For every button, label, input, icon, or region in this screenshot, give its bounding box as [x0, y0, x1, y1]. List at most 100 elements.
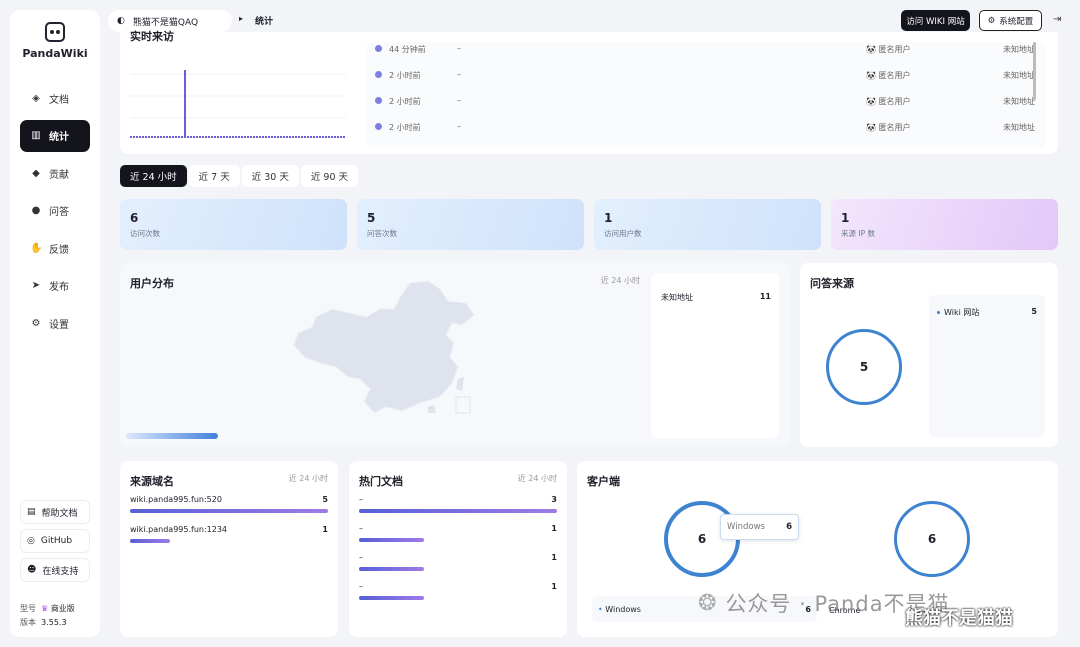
range-label: 近 24 小时 [600, 276, 640, 285]
online-support-link[interactable]: ☻ 在线支持 [20, 558, 90, 582]
stat-label: 问答次数 [367, 229, 397, 238]
visit-time: 44 分钟前 [389, 45, 426, 54]
donut-total: 6 [927, 532, 937, 546]
stat-value: 6 [130, 211, 139, 225]
stat-value: 1 [604, 211, 613, 225]
sidebar-item-contribute[interactable]: ◆ 贡献 [20, 157, 90, 189]
sidebar-item-label: 发布 [49, 282, 69, 293]
model-label: 型号 [20, 604, 36, 613]
kb-name: 熊猫不是猫QAQ [132, 17, 199, 28]
scrollbar[interactable] [1033, 42, 1036, 100]
tab-24h[interactable]: 近 24 小时 [120, 165, 187, 187]
tooltip-count: 6 [786, 522, 792, 532]
browser-donut-chart[interactable]: 6 [894, 501, 970, 577]
github-link[interactable]: ◎ GitHub [20, 529, 90, 553]
sidebar-links: ▤ 帮助文档 ◎ GitHub ☻ 在线支持 [20, 500, 90, 587]
legend-count: 5 [1031, 307, 1037, 316]
visit-location: 未知地址 [1003, 45, 1035, 54]
list-item[interactable]: –1 [359, 582, 557, 600]
help-docs-link[interactable]: ▤ 帮助文档 [20, 500, 90, 524]
sidebar-item-feedback[interactable]: ✋ 反馈 [20, 232, 90, 264]
row-value: 1 [551, 553, 557, 562]
chart-tooltip: Windows 6 [720, 514, 799, 540]
model-value: 商业版 [50, 604, 75, 613]
list-item: 44 分钟前 – 🐼 匿名用户 未知地址 [366, 44, 1036, 71]
sidebar-item-stats[interactable]: ▥ 统计 [20, 119, 90, 152]
app-name: PandaWiki [22, 47, 88, 60]
config-label: 系统配置 [999, 16, 1034, 27]
referrer-domains-card: 来源域名 近 24 小时 wiki.panda995.fun:520 5 wiki.… [120, 461, 338, 637]
stat-value: 1 [841, 211, 850, 225]
row-value: 1 [322, 525, 328, 534]
timeline-dot [375, 123, 382, 130]
sidebar-item-qa[interactable]: ● 问答 [20, 195, 90, 227]
row-header: –1 [359, 524, 557, 533]
visit-user: 🐼 匿名用户 [866, 45, 911, 54]
card-title: 客户端 [587, 475, 620, 488]
row-header: wiki.panda995.fun:1234 1 [130, 525, 328, 534]
link-label: 帮助文档 [41, 508, 78, 519]
tab-90d[interactable]: 近 90 天 [300, 165, 359, 187]
visit-location: 未知地址 [1003, 123, 1035, 132]
list-item[interactable]: –1 [359, 553, 557, 571]
progress-bar [359, 538, 424, 542]
sidebar-item-docs[interactable]: ◈ 文档 [20, 82, 90, 114]
chat-icon: ● [31, 205, 41, 216]
timeline-dot [375, 45, 382, 52]
list-item: 未知地址 11 [661, 292, 771, 303]
list-item[interactable]: –3 [359, 495, 557, 513]
layers-icon: ◈ [32, 92, 40, 104]
visit-wiki-button[interactable]: 访问 WIKI 网站 [901, 10, 970, 31]
card-title: 用户分布 [130, 277, 174, 290]
link-label: GitHub [40, 536, 73, 546]
card-title: 来源域名 [130, 475, 174, 488]
range-label: 近 24 小时 [517, 474, 557, 483]
legend-item: Wiki 网站 5 [937, 307, 1037, 318]
row-header: –1 [359, 582, 557, 591]
row-name: wiki.panda995.fun:520 [130, 495, 222, 504]
visit-user-label: 匿名用户 [878, 45, 911, 54]
location-count: 11 [759, 292, 771, 301]
stat-label: 来源 IP 数 [841, 229, 876, 238]
visit-location: 未知地址 [1003, 97, 1035, 106]
breadcrumb-current: 统计 [255, 17, 274, 27]
link-label: 在线支持 [42, 566, 79, 577]
support-icon: ☻ [27, 565, 37, 575]
tab-7d[interactable]: 近 7 天 [188, 165, 240, 187]
visit-location: 未知地址 [1003, 71, 1035, 80]
list-item[interactable]: wiki.panda995.fun:1234 1 [130, 525, 328, 543]
row-header: –3 [359, 495, 557, 504]
sidebar-item-settings[interactable]: ⚙ 设置 [20, 307, 90, 339]
list-item[interactable]: –1 [359, 524, 557, 542]
system-config-button[interactable]: ⚙ 系统配置 [979, 10, 1042, 31]
version-info: 型号 ♛ 商业版 版本 3.55.3 [20, 602, 75, 630]
visit-time: 2 小时前 [389, 123, 421, 132]
visits-sparkline [130, 70, 346, 138]
sidebar-nav: ◈ 文档 ▥ 统计 ◆ 贡献 ● 问答 ✋ 反馈 ➤ 发布 ⚙ 设置 [20, 82, 90, 345]
sidebar-item-publish[interactable]: ➤ 发布 [20, 270, 90, 302]
logout-icon[interactable]: ⇥ [1053, 14, 1061, 25]
qa-donut-chart[interactable]: 5 [826, 329, 902, 405]
row-value: 1 [551, 524, 557, 533]
visit-page: – [457, 122, 461, 131]
legend-dot [937, 311, 940, 314]
diamond-icon: ◆ [32, 167, 40, 179]
card-title: 问答来源 [810, 277, 854, 290]
row-header: –1 [359, 553, 557, 562]
list-item: 2 小时前 – 🐼 匿名用户 未知地址 [366, 122, 1036, 149]
donut-total: 6 [697, 532, 707, 546]
visit-page: – [457, 44, 461, 53]
timeline-dot [375, 97, 382, 104]
logo[interactable]: PandaWiki [10, 22, 100, 60]
card-title: 热门文档 [359, 475, 403, 488]
doc-icon: ▤ [27, 507, 36, 517]
kb-icon: ◐ [117, 16, 125, 26]
visit-user-label: 匿名用户 [878, 71, 911, 80]
progress-bar [130, 539, 170, 543]
tab-30d[interactable]: 近 30 天 [241, 165, 299, 187]
sidebar-item-label: 问答 [49, 207, 69, 218]
row-header: wiki.panda995.fun:520 5 [130, 495, 328, 504]
china-map[interactable] [290, 279, 482, 419]
list-item[interactable]: wiki.panda995.fun:520 5 [130, 495, 328, 513]
gear-icon: ⚙ [31, 317, 41, 329]
